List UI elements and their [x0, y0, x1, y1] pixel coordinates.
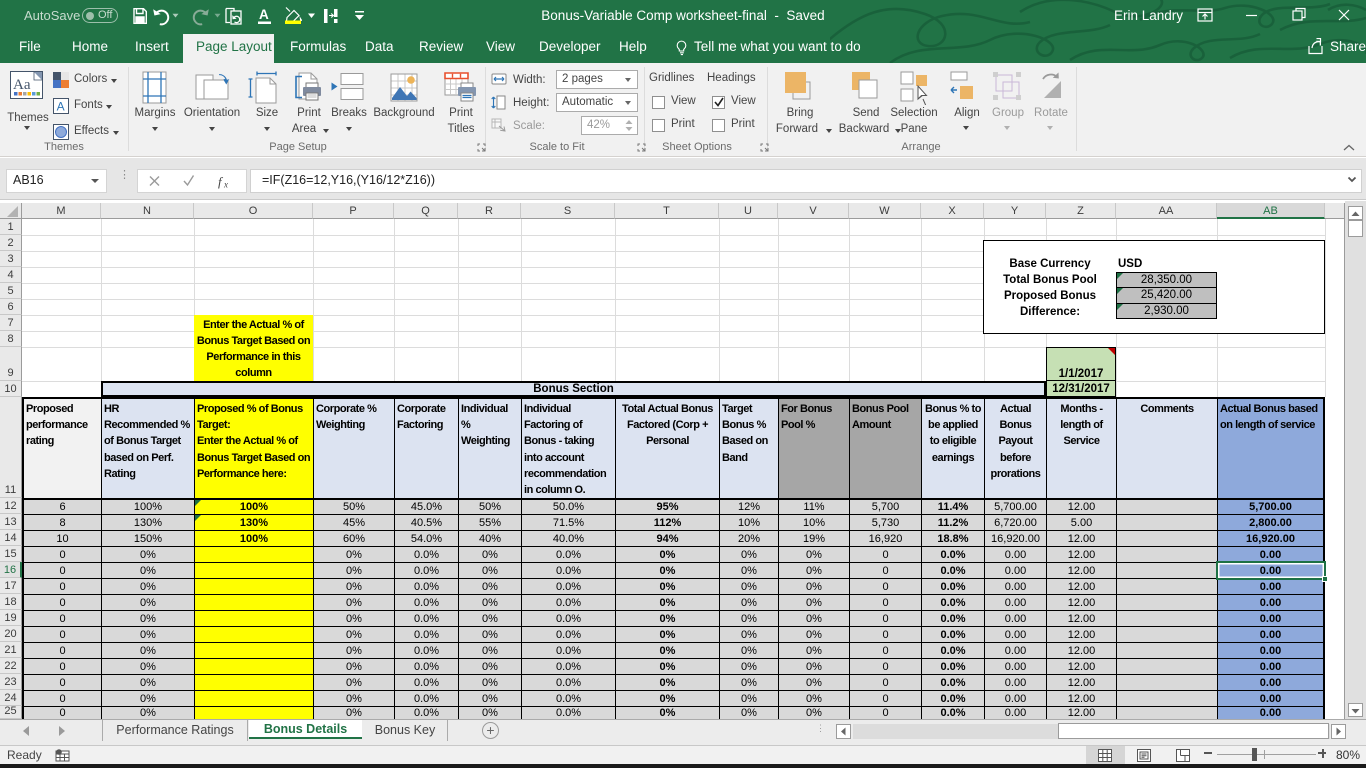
svg-text:x: x	[223, 180, 228, 190]
svg-text:Aa: Aa	[13, 77, 31, 93]
svg-text:A: A	[57, 100, 65, 114]
